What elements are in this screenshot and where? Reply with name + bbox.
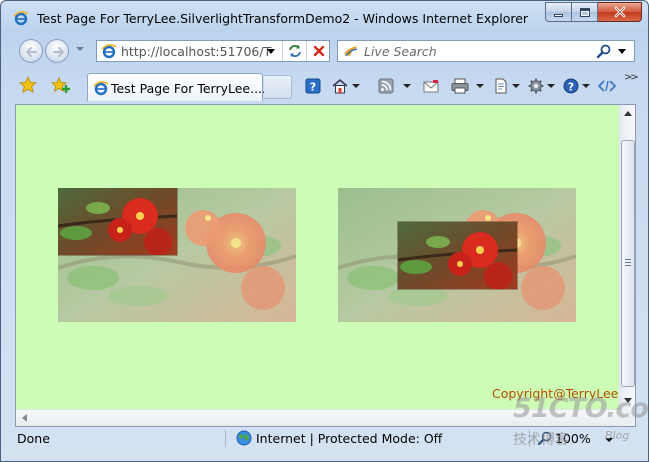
svg-text:?: ?	[568, 80, 574, 93]
chevron-down-icon	[624, 398, 632, 403]
grip-icon	[625, 259, 631, 266]
stop-icon	[313, 45, 324, 57]
print-button[interactable]	[451, 77, 484, 95]
internet-globe-icon	[236, 430, 252, 446]
minimize-button[interactable]	[545, 2, 572, 22]
chevron-down-icon	[476, 84, 484, 88]
flower-image-left	[58, 188, 296, 322]
tab-label: Test Page For TerryLee....	[111, 81, 267, 96]
tab-command-bar: Test Page For TerryLee.... ? ? >>	[1, 69, 648, 103]
address-bar[interactable]: http://localhost:51706/T	[96, 40, 330, 62]
search-icon[interactable]	[596, 43, 612, 59]
add-favorites-icon[interactable]	[51, 76, 71, 94]
address-input[interactable]: http://localhost:51706/T	[121, 44, 271, 59]
zoom-level[interactable]: 100%	[555, 431, 591, 446]
tools-gear-icon	[528, 78, 544, 94]
vertical-scrollbar[interactable]	[619, 105, 635, 409]
page-icon	[101, 44, 117, 59]
print-icon	[451, 78, 469, 94]
back-button[interactable]	[19, 39, 43, 63]
read-mail-button[interactable]	[423, 77, 439, 95]
feeds-icon	[378, 78, 394, 94]
chevron-down-icon	[267, 48, 275, 54]
scroll-down-button[interactable]	[620, 392, 636, 409]
status-bar: Done Internet | Protected Mode: Off 100%	[1, 428, 648, 449]
close-button[interactable]	[598, 2, 642, 22]
status-divider	[529, 430, 530, 447]
address-dropdown[interactable]	[263, 43, 279, 59]
ie-icon	[93, 81, 109, 96]
flower-photo-vivid	[398, 222, 517, 289]
window-title: Test Page For TerryLee.SilverlightTransf…	[37, 11, 529, 26]
scroll-left-button[interactable]	[16, 410, 32, 426]
zoom-dropdown[interactable]	[605, 438, 613, 442]
search-input[interactable]	[364, 43, 594, 59]
favorites-star-icon[interactable]	[19, 76, 37, 94]
security-zone-text: Internet | Protected Mode: Off	[256, 431, 443, 446]
scrollbar-thumb[interactable]	[621, 140, 635, 387]
tools-menu-button[interactable]	[528, 77, 555, 95]
maximize-button[interactable]	[572, 2, 598, 22]
status-text: Done	[17, 431, 50, 446]
page-menu-icon	[495, 78, 507, 94]
browser-window: Test Page For TerryLee.SilverlightTransf…	[0, 0, 649, 462]
research-button[interactable]	[598, 77, 616, 95]
chevron-down-icon	[512, 84, 520, 88]
scroll-up-button[interactable]	[620, 105, 636, 122]
feeds-button[interactable]	[378, 77, 411, 95]
zoom-magnifier-icon	[538, 431, 552, 445]
refresh-button[interactable]	[282, 41, 306, 61]
help-menu-button[interactable]: ?	[563, 77, 590, 95]
home-icon	[332, 78, 348, 94]
chevron-down-icon	[403, 84, 411, 88]
copyright-text: Copyright@TerryLee	[492, 386, 619, 401]
forward-arrow-icon	[52, 46, 65, 58]
chevron-left-icon	[21, 414, 27, 422]
back-arrow-icon	[25, 46, 38, 58]
status-divider	[225, 430, 226, 447]
chevron-down-icon	[582, 84, 590, 88]
flower-photo-vivid	[58, 188, 177, 255]
chevron-up-icon	[624, 111, 632, 116]
live-search-logo-icon	[344, 46, 358, 57]
refresh-icon	[288, 45, 301, 57]
flower-image-inset-translated	[398, 222, 517, 289]
flower-image-inset-scaled	[58, 188, 177, 255]
tab-active[interactable]: Test Page For TerryLee....	[87, 73, 267, 101]
horizontal-scrollbar[interactable]	[16, 409, 619, 426]
maximize-icon	[579, 7, 590, 17]
svg-text:?: ?	[310, 81, 316, 94]
content-frame: Copyright@TerryLee	[15, 104, 636, 427]
quick-help-button[interactable]: ?	[305, 77, 321, 95]
stop-button[interactable]	[306, 41, 330, 61]
home-button[interactable]	[331, 77, 360, 95]
help-icon: ?	[305, 78, 321, 94]
silverlight-page: Copyright@TerryLee	[16, 105, 619, 409]
forward-button[interactable]	[45, 39, 69, 63]
search-box[interactable]	[337, 40, 635, 62]
search-options-dropdown[interactable]	[618, 49, 626, 54]
minimize-icon	[554, 13, 563, 17]
window-controls	[545, 2, 642, 22]
title-bar[interactable]: Test Page For TerryLee.SilverlightTransf…	[1, 1, 648, 33]
new-tab-button[interactable]	[264, 75, 292, 99]
page-menu-button[interactable]	[493, 77, 520, 95]
read-mail-icon	[423, 80, 439, 93]
research-icon	[598, 80, 616, 92]
navigation-bar: http://localhost:51706/T	[1, 33, 648, 69]
flower-image-right	[338, 188, 576, 322]
recent-pages-dropdown[interactable]	[76, 47, 84, 51]
chevron-down-icon	[547, 84, 555, 88]
close-icon	[614, 6, 625, 18]
help-menu-icon: ?	[563, 78, 579, 94]
ie-icon	[13, 11, 29, 26]
chevron-down-icon	[352, 84, 360, 88]
scrollbar-corner	[619, 409, 635, 426]
more-commands-chevron-icon[interactable]: >>	[624, 72, 639, 83]
